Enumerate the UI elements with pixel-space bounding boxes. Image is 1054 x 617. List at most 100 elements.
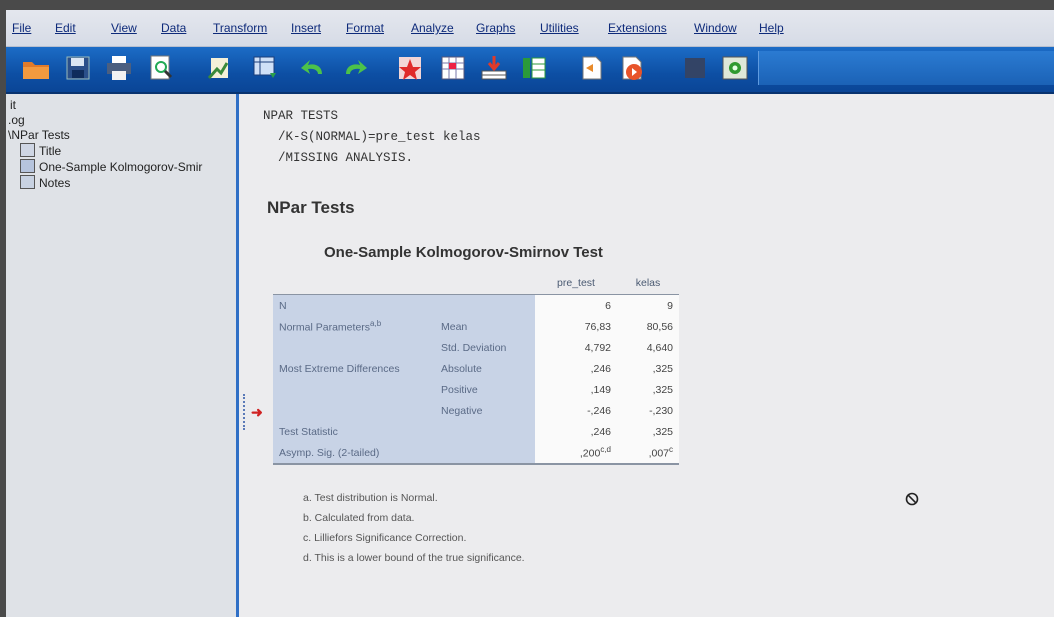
outline-item-title[interactable]: Title (20, 143, 61, 158)
row-label (273, 379, 435, 400)
cell-kelas: ,325 (617, 379, 679, 400)
footnote-marker: c (669, 445, 673, 455)
outline-item-output[interactable]: it (10, 98, 16, 112)
cell-pre-test: ,149 (535, 379, 617, 400)
not-allowed-cursor-icon (905, 492, 919, 506)
table-row: Normal Parametersa,b Mean 76,83 80,56 (273, 316, 679, 337)
outline-item-npar-tests[interactable]: \NPar Tests (8, 128, 70, 142)
cell-pre-test: ,200c,d (535, 442, 617, 465)
cell-pre-test: 76,83 (535, 316, 617, 337)
title-icon (20, 143, 35, 157)
menu-analyze[interactable]: Analyze (411, 21, 454, 35)
outline-item-notes[interactable]: Notes (20, 175, 70, 190)
current-item-arrow-icon: ➜ (251, 404, 263, 420)
footnote-c: c. Lilliefors Significance Correction. (303, 532, 467, 544)
menu-window[interactable]: Window (694, 21, 737, 35)
print-preview-icon[interactable] (145, 53, 177, 83)
cell-pre-test: -,246 (535, 400, 617, 421)
row-sublabel: Absolute (435, 358, 535, 379)
redo-icon[interactable] (339, 53, 371, 83)
variables-icon[interactable] (478, 53, 510, 83)
cell-pre-test: ,246 (535, 358, 617, 379)
footnote-marker: c,d (600, 445, 611, 455)
menu-graphs[interactable]: Graphs (476, 21, 515, 35)
row-label: Most Extreme Differences (273, 358, 435, 379)
outline-item-log[interactable]: .og (8, 113, 25, 127)
stop-icon[interactable] (679, 53, 711, 83)
split-file-icon[interactable] (518, 53, 550, 83)
row-label (273, 337, 435, 358)
cell-kelas: 80,56 (617, 316, 679, 337)
row-label: N (273, 294, 435, 316)
cell-kelas: ,007c (617, 442, 679, 465)
menu-data[interactable]: Data (161, 21, 186, 35)
table-row: Negative -,246 -,230 (273, 400, 679, 421)
run-script-icon[interactable] (616, 53, 648, 83)
designate-window-icon[interactable] (576, 53, 608, 83)
cell-kelas: 4,640 (617, 337, 679, 358)
header-blank (273, 272, 435, 295)
footnote-d: d. This is a lower bound of the true sig… (303, 552, 525, 564)
goto-variable-icon[interactable] (437, 53, 469, 83)
table-footnotes: a. Test distribution is Normal. b. Calcu… (303, 488, 525, 568)
cell-pre-test: 4,792 (535, 337, 617, 358)
menu-file[interactable]: File (12, 21, 31, 35)
menu-view[interactable]: View (111, 21, 137, 35)
execute-icon[interactable] (719, 53, 751, 83)
table-row: Most Extreme Differences Absolute ,246 ,… (273, 358, 679, 379)
cell-kelas: ,325 (617, 358, 679, 379)
undo-icon[interactable] (297, 53, 329, 83)
outline-item-ks-test-label: One-Sample Kolmogorov-Smir (39, 160, 203, 174)
cell-value: ,200 (579, 447, 601, 460)
row-sublabel: Positive (435, 379, 535, 400)
syntax-log: NPAR TESTS /K-S(NORMAL)=pre_test kelas /… (263, 109, 481, 165)
outline-pane: it .og \NPar Tests Title One-Sample Kolm… (6, 94, 239, 617)
row-label (273, 400, 435, 421)
menu-format[interactable]: Format (346, 21, 384, 35)
row-label: Test Statistic (273, 421, 535, 442)
row-sublabel (435, 294, 535, 316)
cell-kelas: 9 (617, 294, 679, 316)
menu-insert[interactable]: Insert (291, 21, 321, 35)
open-folder-icon[interactable] (20, 53, 52, 83)
menu-edit[interactable]: Edit (55, 21, 76, 35)
table-row: Positive ,149 ,325 (273, 379, 679, 400)
footnote-b: b. Calculated from data. (303, 512, 415, 524)
row-sublabel: Negative (435, 400, 535, 421)
footnote-marker: a,b (370, 319, 382, 329)
table-row: Asymp. Sig. (2-tailed) ,200c,d ,007c (273, 442, 679, 465)
header-blank (435, 272, 535, 295)
menu-extensions[interactable]: Extensions (608, 21, 667, 35)
row-label: Asymp. Sig. (2-tailed) (273, 442, 535, 465)
outline-item-title-label: Title (39, 144, 62, 158)
row-label-text: Normal Parameters (279, 321, 371, 334)
table-title: One-Sample Kolmogorov-Smirnov Test (324, 244, 603, 261)
goto-data-icon[interactable] (249, 53, 281, 83)
row-sublabel: Std. Deviation (435, 337, 535, 358)
cell-pre-test: 6 (535, 294, 617, 316)
toolbar (6, 47, 1054, 94)
menu-bar: File Edit View Data Transform Insert For… (6, 10, 1054, 47)
table-row: Std. Deviation 4,792 4,640 (273, 337, 679, 358)
toolbar-empty-area (758, 51, 1054, 85)
cell-kelas: -,230 (617, 400, 679, 421)
row-label: Normal Parametersa,b (273, 316, 435, 337)
print-icon[interactable] (103, 53, 135, 83)
spss-output-window: File Edit View Data Transform Insert For… (6, 10, 1054, 617)
row-sublabel: Mean (435, 316, 535, 337)
table-icon (20, 159, 35, 173)
export-icon[interactable] (204, 53, 236, 83)
menu-utilities[interactable]: Utilities (540, 21, 579, 35)
goto-case-icon[interactable] (394, 53, 426, 83)
notes-icon (20, 175, 35, 189)
ks-test-table[interactable]: pre_test kelas N 6 9 Normal Parametersa,… (273, 272, 679, 465)
menu-help[interactable]: Help (759, 21, 784, 35)
table-row: Test Statistic ,246 ,325 (273, 421, 679, 442)
save-icon[interactable] (62, 53, 94, 83)
outline-item-ks-test[interactable]: One-Sample Kolmogorov-Smir (20, 159, 202, 174)
menu-transform[interactable]: Transform (213, 21, 267, 35)
cell-kelas: ,325 (617, 421, 679, 442)
cell-value: ,007 (648, 447, 669, 460)
column-header-pre-test: pre_test (535, 272, 617, 295)
cell-pre-test: ,246 (535, 421, 617, 442)
